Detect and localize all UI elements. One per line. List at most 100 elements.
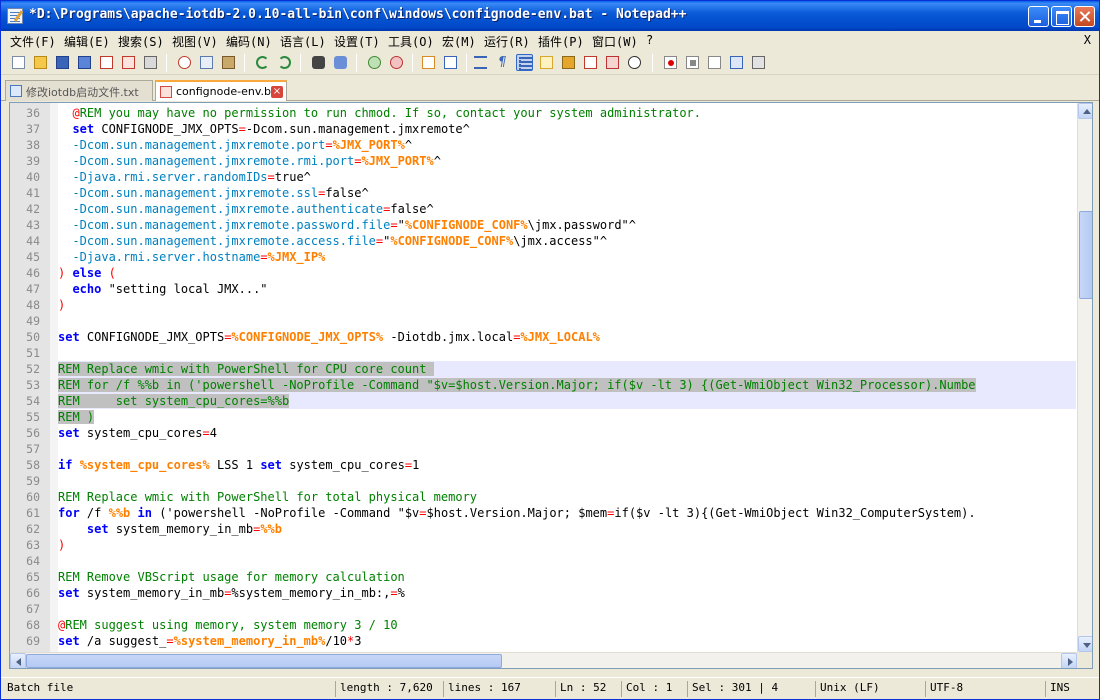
menu-help[interactable]: ?: [646, 33, 653, 47]
menu-tools[interactable]: 工具(O): [388, 33, 434, 50]
code-line[interactable]: @REM suggest using memory, system memory…: [58, 617, 1076, 633]
code-line[interactable]: -Dcom.sun.management.jmxremote.authentic…: [58, 201, 1076, 217]
code-line[interactable]: ) else (: [58, 265, 1076, 281]
code-line[interactable]: [58, 473, 1076, 489]
zoom-out-icon[interactable]: [388, 54, 405, 71]
indent-guide-icon[interactable]: [516, 54, 533, 71]
status-eol[interactable]: Unix (LF): [815, 681, 880, 697]
menu-language[interactable]: 语言(L): [280, 33, 326, 50]
title-bar[interactable]: *D:\Programs\apache-iotdb-2.0.10-all-bin…: [1, 1, 1099, 31]
code-line[interactable]: [58, 313, 1076, 329]
maximize-button[interactable]: [1051, 6, 1072, 27]
close-all-icon[interactable]: [120, 54, 137, 71]
monitoring-icon[interactable]: [626, 54, 643, 71]
editor-pane[interactable]: 36 37 38 39 40 41 42 43 44 45 46 47 48 49 50 51 52 53 54 55…: [9, 102, 1093, 669]
status-encoding[interactable]: UTF-8: [925, 681, 963, 697]
word-wrap-icon[interactable]: [472, 54, 489, 71]
menu-run[interactable]: 运行(R): [484, 33, 530, 50]
redo-icon[interactable]: [276, 54, 293, 71]
new-file-icon[interactable]: [10, 54, 27, 71]
menu-search[interactable]: 搜索(S): [118, 33, 164, 50]
code-line[interactable]: set system_cpu_cores=4: [58, 425, 1076, 441]
code-line[interactable]: -Dcom.sun.management.jmxremote.ssl=false…: [58, 185, 1076, 201]
code-line[interactable]: set /a suggest_=%system_memory_in_mb%/10…: [58, 633, 1076, 649]
zoom-in-icon[interactable]: [366, 54, 383, 71]
horizontal-scroll-thumb[interactable]: [26, 654, 502, 668]
close-document-button[interactable]: X: [1084, 33, 1091, 47]
cut-icon[interactable]: [176, 54, 193, 71]
code-line[interactable]: REM set system_cpu_cores=%%b: [58, 393, 1076, 409]
scroll-right-icon[interactable]: [1061, 653, 1077, 668]
close-icon[interactable]: [98, 54, 115, 71]
menu-plugins[interactable]: 插件(P): [538, 33, 584, 50]
code-line[interactable]: if %system_cpu_cores% LSS 1 set system_c…: [58, 457, 1076, 473]
menu-edit[interactable]: 编辑(E): [64, 33, 110, 50]
code-line[interactable]: -Dcom.sun.management.jmxremote.port=%JMX…: [58, 137, 1076, 153]
code-line[interactable]: echo "setting local JMX...": [58, 281, 1076, 297]
save-macro-icon[interactable]: [750, 54, 767, 71]
status-insert-mode[interactable]: INS: [1045, 681, 1070, 697]
scroll-down-icon[interactable]: [1078, 636, 1092, 652]
sync-horizontal-icon[interactable]: [442, 54, 459, 71]
code-line[interactable]: [58, 553, 1076, 569]
close-window-button[interactable]: [1074, 6, 1095, 27]
code-line[interactable]: -Dcom.sun.management.jmxremote.access.fi…: [58, 233, 1076, 249]
tab-confignode-env[interactable]: confignode-env.bat ×: [155, 80, 287, 101]
play-macro-icon[interactable]: [706, 54, 723, 71]
code-line[interactable]: -Dcom.sun.management.jmxremote.rmi.port=…: [58, 153, 1076, 169]
scroll-left-icon[interactable]: [10, 653, 26, 668]
code-line[interactable]: REM Replace wmic with PowerShell for CPU…: [58, 361, 1076, 377]
undo-icon[interactable]: [254, 54, 271, 71]
vertical-scroll-thumb[interactable]: [1079, 211, 1092, 299]
code-line[interactable]: @REM you may have no permission to run c…: [58, 105, 1076, 121]
code-line[interactable]: ): [58, 297, 1076, 313]
record-macro-icon[interactable]: [662, 54, 679, 71]
minimize-button[interactable]: [1028, 6, 1049, 27]
code-line[interactable]: set system_memory_in_mb=%%b: [58, 521, 1076, 537]
find-icon[interactable]: [310, 54, 327, 71]
code-line[interactable]: -Djava.rmi.server.hostname=%JMX_IP%: [58, 249, 1076, 265]
tab-iotdb-notes[interactable]: 修改iotdb启动文件.txt: [5, 80, 153, 101]
close-tab-icon[interactable]: ×: [271, 86, 283, 98]
menu-encoding[interactable]: 编码(N): [226, 33, 272, 50]
code-line[interactable]: -Djava.rmi.server.randomIDs=true^: [58, 169, 1076, 185]
play-multiple-icon[interactable]: [728, 54, 745, 71]
save-icon[interactable]: [54, 54, 71, 71]
code-line[interactable]: -Dcom.sun.management.jmxremote.password.…: [58, 217, 1076, 233]
vertical-scrollbar[interactable]: [1077, 103, 1092, 652]
show-all-chars-icon[interactable]: ¶: [494, 54, 511, 71]
paste-icon[interactable]: [220, 54, 237, 71]
code-line[interactable]: REM ): [58, 409, 1076, 425]
code-line[interactable]: REM Remove VBScript usage for memory cal…: [58, 569, 1076, 585]
function-list-icon[interactable]: [560, 54, 577, 71]
doc-switcher-icon[interactable]: [604, 54, 621, 71]
folder-workspace-icon[interactable]: [582, 54, 599, 71]
menu-macro[interactable]: 宏(M): [442, 33, 476, 50]
menu-view[interactable]: 视图(V): [172, 33, 218, 50]
saved-file-icon: [10, 85, 22, 97]
code-line[interactable]: for /f %%b in ('powershell -NoProfile -C…: [58, 505, 1076, 521]
document-map-icon[interactable]: [538, 54, 555, 71]
code-line[interactable]: [58, 601, 1076, 617]
horizontal-scrollbar[interactable]: [10, 652, 1077, 668]
save-all-icon[interactable]: [76, 54, 93, 71]
code-line[interactable]: REM Replace wmic with PowerShell for tot…: [58, 489, 1076, 505]
menu-window[interactable]: 窗口(W): [592, 33, 638, 50]
replace-icon[interactable]: [332, 54, 349, 71]
print-icon[interactable]: [142, 54, 159, 71]
open-file-icon[interactable]: [32, 54, 49, 71]
stop-macro-icon[interactable]: [684, 54, 701, 71]
sync-vertical-icon[interactable]: [420, 54, 437, 71]
copy-icon[interactable]: [198, 54, 215, 71]
code-line[interactable]: [58, 345, 1076, 361]
scroll-up-icon[interactable]: [1078, 103, 1092, 119]
menu-file[interactable]: 文件(F): [10, 33, 56, 50]
code-line[interactable]: [58, 441, 1076, 457]
code-line[interactable]: set CONFIGNODE_JMX_OPTS=-Dcom.sun.manage…: [58, 121, 1076, 137]
code-area[interactable]: @REM you may have no permission to run c…: [10, 103, 1076, 652]
code-line[interactable]: set CONFIGNODE_JMX_OPTS=%CONFIGNODE_JMX_…: [58, 329, 1076, 345]
code-line[interactable]: set system_memory_in_mb=%system_memory_i…: [58, 585, 1076, 601]
code-line[interactable]: ): [58, 537, 1076, 553]
menu-settings[interactable]: 设置(T): [334, 33, 380, 50]
code-line[interactable]: REM for /f %%b in ('powershell -NoProfil…: [58, 377, 1076, 393]
